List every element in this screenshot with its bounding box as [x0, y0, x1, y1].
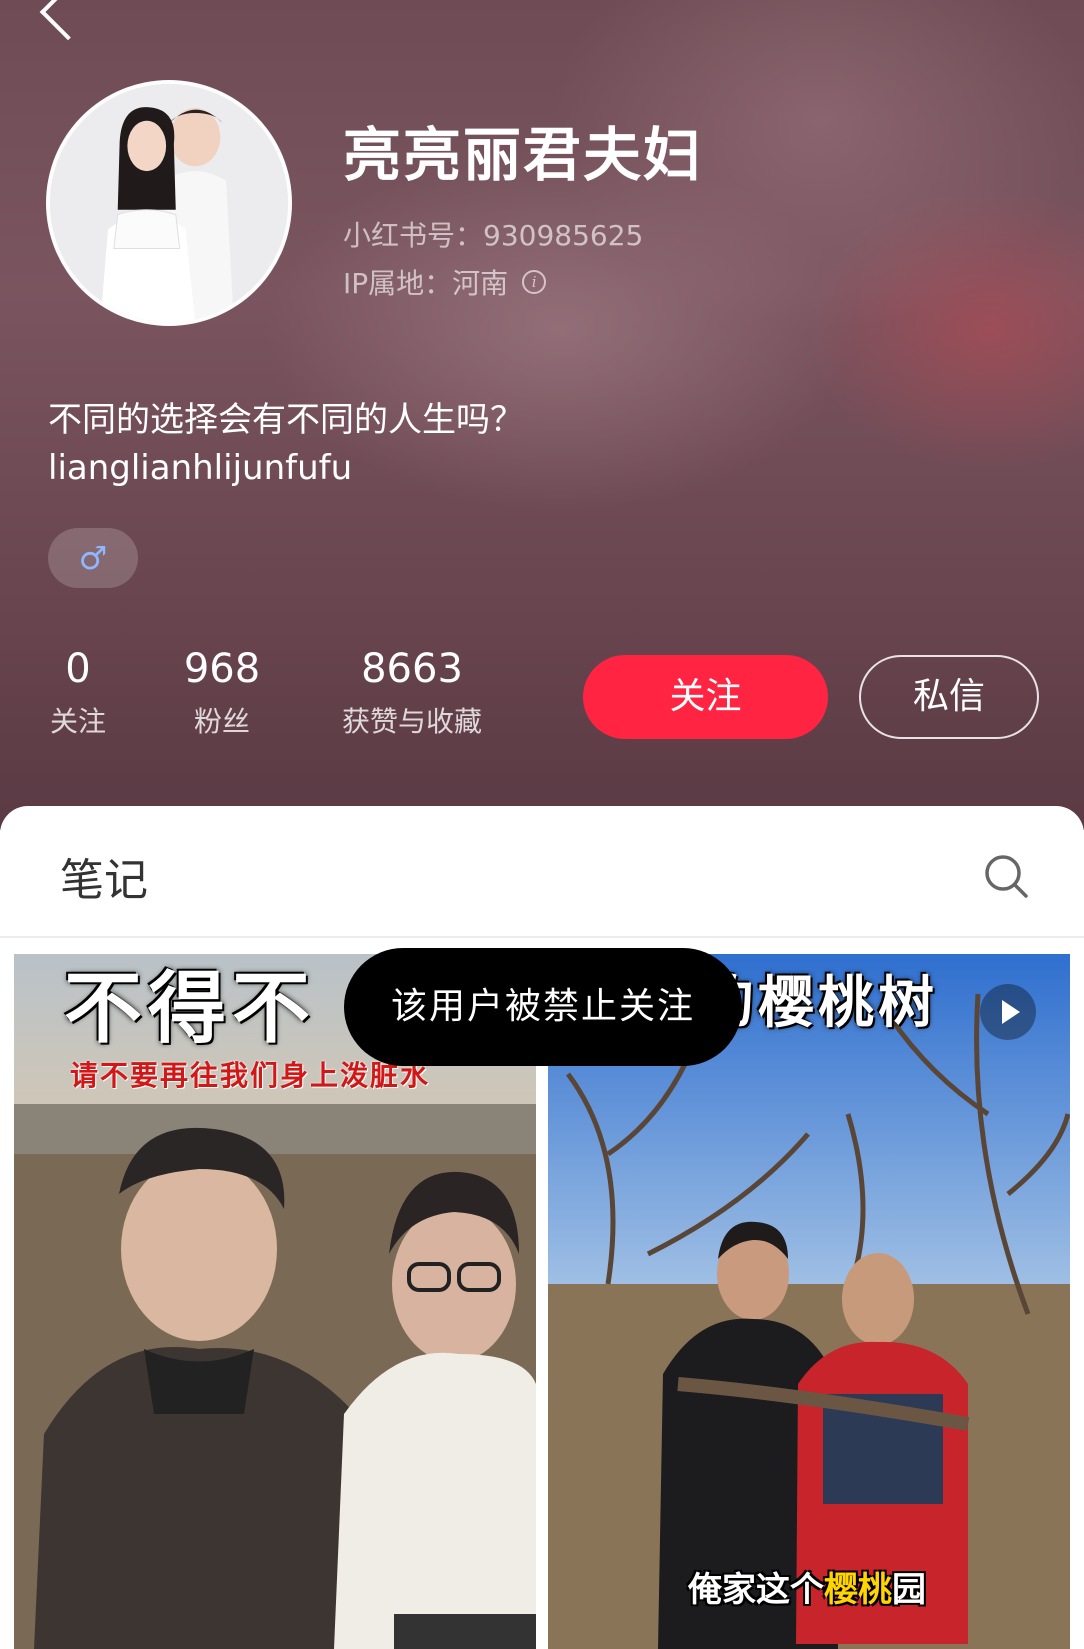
- toast-message: 该用户被禁止关注: [344, 948, 742, 1066]
- profile-header: 亮亮丽君夫妇 小红书号：930985625 IP属地：河南 i 不同的选择会有不…: [0, 0, 1084, 830]
- info-icon[interactable]: i: [522, 270, 547, 294]
- profile-page: 亮亮丽君夫妇 小红书号：930985625 IP属地：河南 i 不同的选择会有不…: [0, 0, 1084, 1649]
- search-icon[interactable]: [982, 852, 1030, 900]
- video-caption-pre: 俺家这个: [688, 1570, 824, 1610]
- ip-location-text: IP属地：河南: [343, 267, 509, 300]
- stat-fans[interactable]: 968 粉丝: [172, 646, 272, 740]
- play-icon[interactable]: [980, 984, 1036, 1040]
- avatar[interactable]: [46, 80, 292, 326]
- tab-notes[interactable]: 笔记: [60, 844, 148, 908]
- stat-fans-label: 粉丝: [193, 705, 250, 738]
- stat-fans-value: 968: [183, 646, 261, 692]
- stat-likes-value: 8663: [361, 646, 463, 692]
- user-id: 小红书号：930985625: [343, 219, 644, 252]
- notes-panel: 笔记 不得不 请不要再往我们身上泼脏水 的樱桃树 俺家这个樱桃园: [0, 806, 1084, 1649]
- video-caption: 俺家这个樱桃园: [688, 1562, 926, 1611]
- stat-likes[interactable]: 8663 获赞与收藏: [322, 646, 502, 740]
- bio-subtitle: lianglianhlijunfufu: [48, 448, 353, 488]
- bio: 不同的选择会有不同的人生吗？: [48, 400, 524, 440]
- tab-bar: 笔记: [0, 806, 1084, 938]
- cover-subtitle: 请不要再往我们身上泼脏水: [70, 1059, 431, 1092]
- stat-following-value: 0: [65, 646, 91, 692]
- nickname: 亮亮丽君夫妇: [343, 121, 704, 189]
- gender-male-icon: ♂: [48, 528, 138, 588]
- video-caption-post: 园: [892, 1570, 926, 1610]
- back-arrow-icon[interactable]: [39, 0, 97, 41]
- follow-button[interactable]: 关注: [583, 655, 828, 739]
- stat-following-label: 关注: [49, 705, 106, 738]
- message-button[interactable]: 私信: [859, 655, 1039, 739]
- ip-location: IP属地：河南 i: [343, 262, 547, 302]
- avatar-image: [50, 84, 288, 322]
- stat-following[interactable]: 0 关注: [40, 646, 116, 740]
- cover-headline: 不得不: [64, 963, 317, 1054]
- stat-likes-label: 获赞与收藏: [341, 705, 482, 738]
- video-caption-highlight: 樱桃: [824, 1570, 892, 1610]
